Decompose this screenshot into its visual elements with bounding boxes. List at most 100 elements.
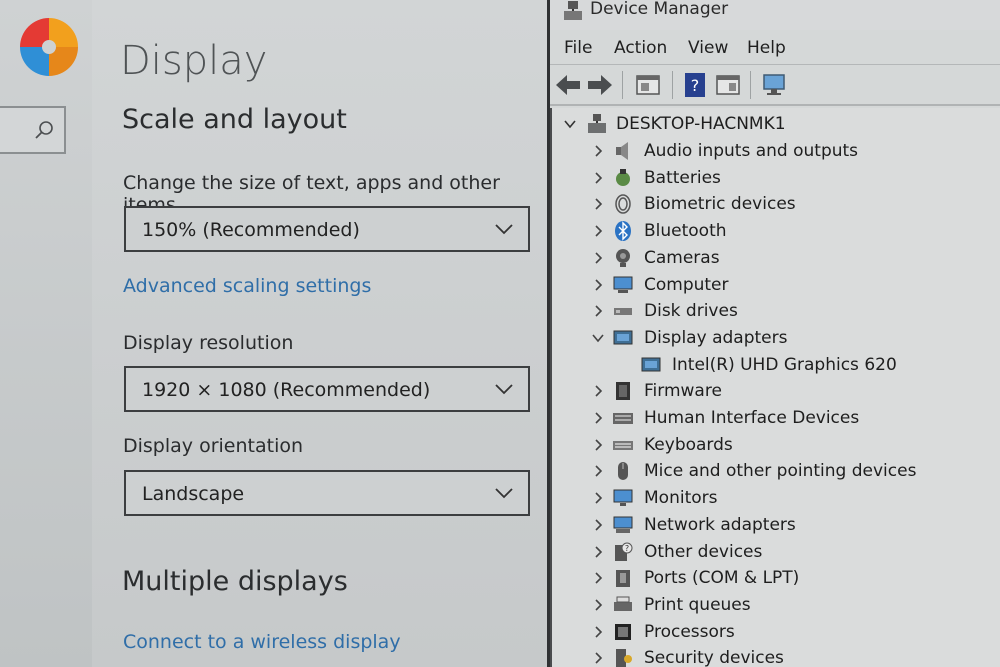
menu-help[interactable]: Help	[747, 38, 786, 58]
help-icon[interactable]: ?	[681, 72, 709, 98]
toolbar-separator	[672, 71, 673, 99]
tree-item-label: Bluetooth	[644, 221, 727, 242]
tree-category-row[interactable]: Audio inputs and outputs	[552, 139, 1000, 165]
display-adapter-icon	[613, 330, 633, 345]
chevron-right-icon[interactable]	[592, 625, 604, 639]
chevron-right-icon[interactable]	[592, 384, 604, 398]
network-adapter-icon	[613, 516, 633, 533]
scale-dropdown[interactable]: 150% (Recommended)	[124, 206, 530, 252]
back-arrow-icon[interactable]	[554, 72, 582, 98]
tree-category-row[interactable]: Firmware	[552, 379, 1000, 405]
tree-category-row[interactable]: Biometric devices	[552, 192, 1000, 218]
title-bar[interactable]: Device Manager	[550, 0, 1000, 30]
page-title: Display	[120, 38, 268, 84]
chevron-right-icon[interactable]	[592, 518, 604, 532]
tree-category-row[interactable]: Print queues	[552, 593, 1000, 619]
orientation-dropdown[interactable]: Landscape	[124, 470, 530, 516]
tree-item-label: Human Interface Devices	[644, 408, 860, 428]
tree-item-label: Firmware	[644, 381, 722, 402]
chevron-down-icon[interactable]	[564, 117, 576, 131]
forward-arrow-icon[interactable]	[586, 72, 614, 98]
chevron-right-icon[interactable]	[592, 598, 604, 612]
scan-hardware-icon[interactable]	[760, 72, 788, 98]
chevron-right-icon[interactable]	[592, 224, 604, 238]
security-device-icon	[616, 649, 632, 667]
menu-file[interactable]: File	[564, 38, 592, 58]
settings-nav-strip	[0, 0, 92, 667]
tree-category-row[interactable]: Computer	[552, 273, 1000, 299]
tree-item-label: Biometric devices	[644, 194, 796, 215]
tree-category-row[interactable]: Network adapters	[552, 513, 1000, 539]
tree-category-row[interactable]: Disk drives	[552, 299, 1000, 325]
advanced-scaling-link[interactable]: Advanced scaling settings	[123, 275, 371, 297]
chevron-down-icon	[495, 384, 513, 395]
properties-icon[interactable]	[634, 72, 662, 98]
tree-item-label: Cameras	[644, 247, 720, 268]
chevron-right-icon[interactable]	[592, 144, 604, 158]
tree-item-label: Disk drives	[644, 301, 738, 322]
other-devices-icon: ?	[615, 542, 633, 561]
tree-root-row[interactable]: DESKTOP-HACNMK1	[552, 112, 1000, 138]
fingerprint-icon	[615, 194, 631, 215]
tree-item-label: Intel(R) UHD Graphics 620	[672, 354, 897, 375]
chevron-down-icon[interactable]	[592, 331, 604, 345]
connect-wireless-display-link[interactable]: Connect to a wireless display	[123, 631, 401, 653]
tree-child-row[interactable]: Intel(R) UHD Graphics 620	[552, 353, 1000, 379]
tree-category-row[interactable]: Keyboards	[552, 433, 1000, 459]
tree-category-row[interactable]: Monitors	[552, 486, 1000, 512]
tree-item-label: Display adapters	[644, 327, 788, 348]
orientation-label: Display orientation	[123, 435, 304, 457]
disk-drive-icon	[614, 308, 632, 316]
chevron-right-icon[interactable]	[592, 491, 604, 505]
speaker-icon	[616, 142, 628, 160]
chevron-right-icon[interactable]	[592, 571, 604, 585]
port-icon	[616, 570, 630, 588]
tree-item-label: Security devices	[644, 648, 784, 667]
chevron-right-icon[interactable]	[592, 651, 604, 665]
keyboard-icon	[613, 440, 633, 450]
svg-text:?: ?	[691, 76, 700, 95]
tree-category-row[interactable]: Cameras	[552, 246, 1000, 272]
chevron-right-icon[interactable]	[592, 251, 604, 265]
chevron-right-icon[interactable]	[592, 411, 604, 425]
toolbar-separator	[750, 71, 751, 99]
tree-item-label: Batteries	[644, 167, 721, 188]
chevron-right-icon[interactable]	[592, 464, 604, 478]
console-icon[interactable]	[714, 72, 742, 98]
mouse-icon	[618, 462, 628, 481]
tree-category-row[interactable]: Batteries	[552, 166, 1000, 192]
firmware-icon	[616, 382, 630, 401]
chevron-right-icon[interactable]	[592, 304, 604, 318]
tree-category-row[interactable]: ? Other devices	[552, 540, 1000, 566]
tree-item-label: Ports (COM & LPT)	[644, 568, 800, 589]
resolution-label: Display resolution	[123, 332, 294, 354]
tree-category-row[interactable]: Mice and other pointing devices	[552, 459, 1000, 485]
chevron-right-icon[interactable]	[592, 438, 604, 452]
tree-item-label: Keyboards	[644, 434, 733, 455]
tree-category-row[interactable]: Ports (COM & LPT)	[552, 566, 1000, 592]
toolbar-separator	[622, 71, 623, 99]
multiple-displays-heading: Multiple displays	[122, 566, 348, 597]
tree-item-label: Other devices	[644, 541, 763, 562]
settings-search-input[interactable]	[0, 106, 66, 154]
camera-icon	[616, 248, 630, 267]
resolution-dropdown[interactable]: 1920 × 1080 (Recommended)	[124, 366, 530, 412]
menu-action[interactable]: Action	[614, 38, 667, 58]
chevron-right-icon[interactable]	[592, 171, 604, 185]
chevron-right-icon[interactable]	[592, 545, 604, 559]
display-settings-panel: Display Scale and layout Change the size…	[92, 0, 550, 667]
tree-category-row[interactable]: Bluetooth	[552, 219, 1000, 245]
chevron-right-icon[interactable]	[592, 197, 604, 211]
tree-item-label: Computer	[644, 274, 729, 295]
tree-category-row[interactable]: Human Interface Devices	[552, 406, 1000, 432]
tree-category-row[interactable]: Display adapters	[552, 326, 1000, 352]
battery-icon	[616, 168, 630, 186]
device-tree: DESKTOP-HACNMK1 Audio inputs and outputs…	[550, 108, 1000, 667]
tree-category-row[interactable]: Security devices	[552, 646, 1000, 667]
menu-view[interactable]: View	[688, 38, 728, 58]
app-logo-icon	[20, 18, 78, 76]
window-title: Device Manager	[590, 0, 729, 19]
tree-category-row[interactable]: Processors	[552, 620, 1000, 646]
chevron-right-icon[interactable]	[592, 278, 604, 292]
search-icon[interactable]	[34, 120, 54, 140]
